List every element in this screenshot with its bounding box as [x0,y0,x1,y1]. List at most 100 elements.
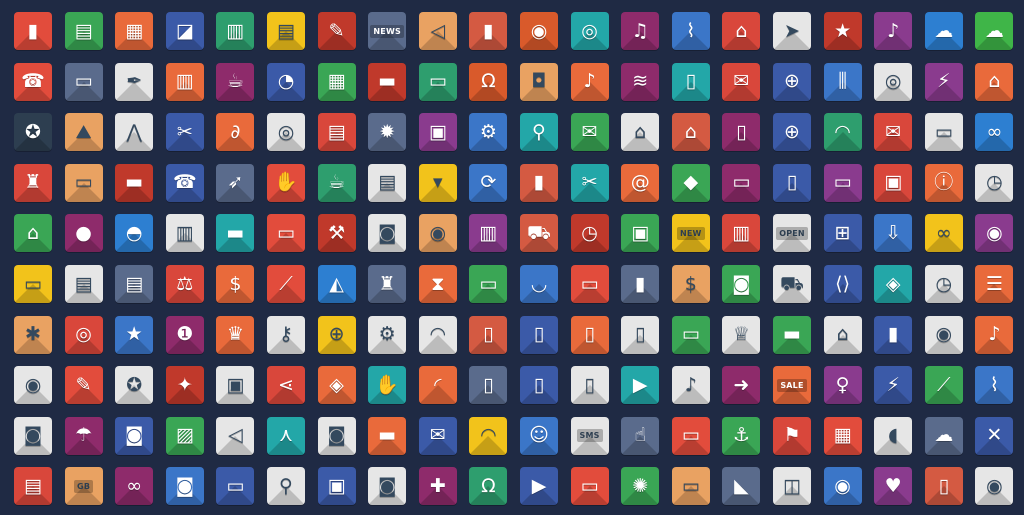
pushpin-icon: ✎ [317,12,356,50]
bug-icon: ✱ [14,315,52,354]
sms-phone-label: SMS [576,429,603,443]
video-camera-icon: ◙ [368,467,407,506]
coffee-cup-icon: ☕ [317,163,356,202]
smartphone-icon: ▯ [520,366,558,405]
scissors-icon: ✂ [570,163,609,202]
smartphone-keypad-icon: ▯ [469,366,508,405]
speaker-icon: ◁ [418,12,457,50]
rocket-icon: ➶ [216,163,255,202]
television-icon: ▭ [570,467,609,506]
photos-icon: ▨ [165,416,204,455]
home-icon: ⌂ [621,113,660,152]
eye-icon: ◉ [14,366,52,405]
document-icon: ▤ [267,12,305,50]
crosshair-icon: ⊕ [317,315,356,354]
target-icon: ◎ [267,113,305,152]
contacts-book-icon: ☎ [14,62,52,101]
film-reel-icon: ✺ [621,467,660,506]
computer-mouse-icon: ◖ [874,416,913,455]
server-icon: ☰ [975,265,1014,303]
monitor-graph-icon: ⟋ [924,366,963,405]
mobile-phone-icon: ▯ [469,315,508,354]
shopping-bag-icon: ◫ [773,467,811,506]
mixer-icon: ⫼ [823,62,862,101]
globe-pin-icon: ⊕ [773,62,811,101]
safe-icon: ◙ [368,214,407,253]
camera-bag-icon: ◙ [165,467,204,506]
coins-icon: ◉ [418,214,457,253]
eighth-note-icon: ♪ [975,315,1014,354]
podcast-mic-icon: ⌇ [975,366,1014,405]
webcam-icon: ◉ [975,214,1014,253]
megaphone-icon: ◁ [216,416,255,455]
mobile-wifi-icon: ◠ [469,416,508,455]
share-icon: ⋖ [267,366,305,405]
heart-icon: ♥ [874,467,913,506]
dress-icon: ♀ [823,366,862,405]
chess-icon: ♜ [368,265,407,303]
tripod-camera-icon: ⋏ [267,416,305,455]
sitemap-icon: ⊞ [823,214,862,253]
open-sign-icon: OPEN [773,214,811,253]
new-badge-icon: NEW [671,214,710,253]
presentation-icon: ◪ [165,12,204,50]
chain-link-icon: ∞ [975,113,1014,152]
shopping-cart-icon: ⛟ [520,214,558,253]
loudspeaker-icon: ◎ [570,12,609,50]
headphones-icon: Ω [469,62,508,101]
delivery-truck-icon: ⛟ [773,265,811,303]
rss-icon: ◜ [418,366,457,405]
medal-icon: ❶ [165,315,204,354]
sale-badge-label: SALE [777,378,807,392]
feature-phone-icon: ▯ [520,315,558,354]
tools-window-icon: ✎ [64,366,103,405]
flip-phone-icon: ▯ [621,315,660,354]
landscape-icon: ⛰ [64,113,103,152]
compass-icon: ⋀ [115,113,154,152]
barcode-icon: ▥ [469,214,508,253]
settings-window-icon: ⚙ [368,315,407,354]
id-card-icon: ▭ [418,62,457,101]
music-phone-icon: ♪ [671,366,710,405]
keyboard-icon: ▦ [823,416,862,455]
crown-icon: ♛ [216,315,255,354]
padlock-icon: ⌂ [722,12,761,50]
credit-cards-icon: ▭ [570,265,609,303]
bookmark-icon: ★ [823,12,862,50]
laptop-icon: ▭ [722,163,761,202]
router-icon: ▭ [924,113,963,152]
monitor-chart-icon: ▭ [469,265,508,303]
gift-icon: ▣ [621,214,660,253]
anchor-icon: ⚓ [722,416,761,455]
equalizer-icon: ▮ [469,12,508,50]
gears-icon: ⚙ [469,113,508,152]
location-pin-icon: ◉ [823,467,862,506]
touch-phone-icon: ▯ [570,366,609,405]
purse-icon: ◓ [115,214,154,253]
chat-bubble-icon: ✉ [722,62,761,101]
pie-chart-icon: ◔ [267,62,305,101]
star-icon: ★ [115,315,154,354]
music-note-icon: ♫ [621,12,660,50]
film-roll-icon: ▭ [216,467,255,506]
gavel-icon: ⚒ [317,214,356,253]
cloud-upload-icon: ☁ [975,12,1014,50]
like-icon: ✋ [368,366,407,405]
icon-grid: ▮ ▤ ▦ ◪ ▥ ▤ ✎ NEWS ◁ ▮ ◉ ◎ ♫ ⌇ ⌂ ➤ ★ ♪ ☁ ☁ ☎ ▭ ✒ ▥ ☕ ◔ ▦ ▬ ▭ Ω ◘ ♪ ≋ ▯ ✉ ⊕ ⫼… [0,0,1024,515]
microphone-icon: ⌇ [671,12,710,50]
camera-icon: ◙ [14,416,52,455]
filing-cabinet-icon: ▥ [216,12,255,50]
newspaper-label: NEWS [370,24,404,38]
compact-camera-icon: ◙ [317,416,356,455]
mobile-message-icon: ✉ [418,416,457,455]
puzzle-icon: ▣ [418,113,457,152]
bar-chart-icon: ▮ [520,163,558,202]
banknote-icon: ▬ [216,214,255,253]
stamp-icon: ♜ [14,163,52,202]
toolbox-icon: ▬ [115,163,154,202]
compact-disc-icon: ◉ [924,315,963,354]
credit-card-pay-icon: ▭ [267,214,305,253]
storefront-icon: ⌂ [823,315,862,354]
lifebuoy-icon: ◎ [64,315,103,354]
envelope-icon: ✉ [570,113,609,152]
